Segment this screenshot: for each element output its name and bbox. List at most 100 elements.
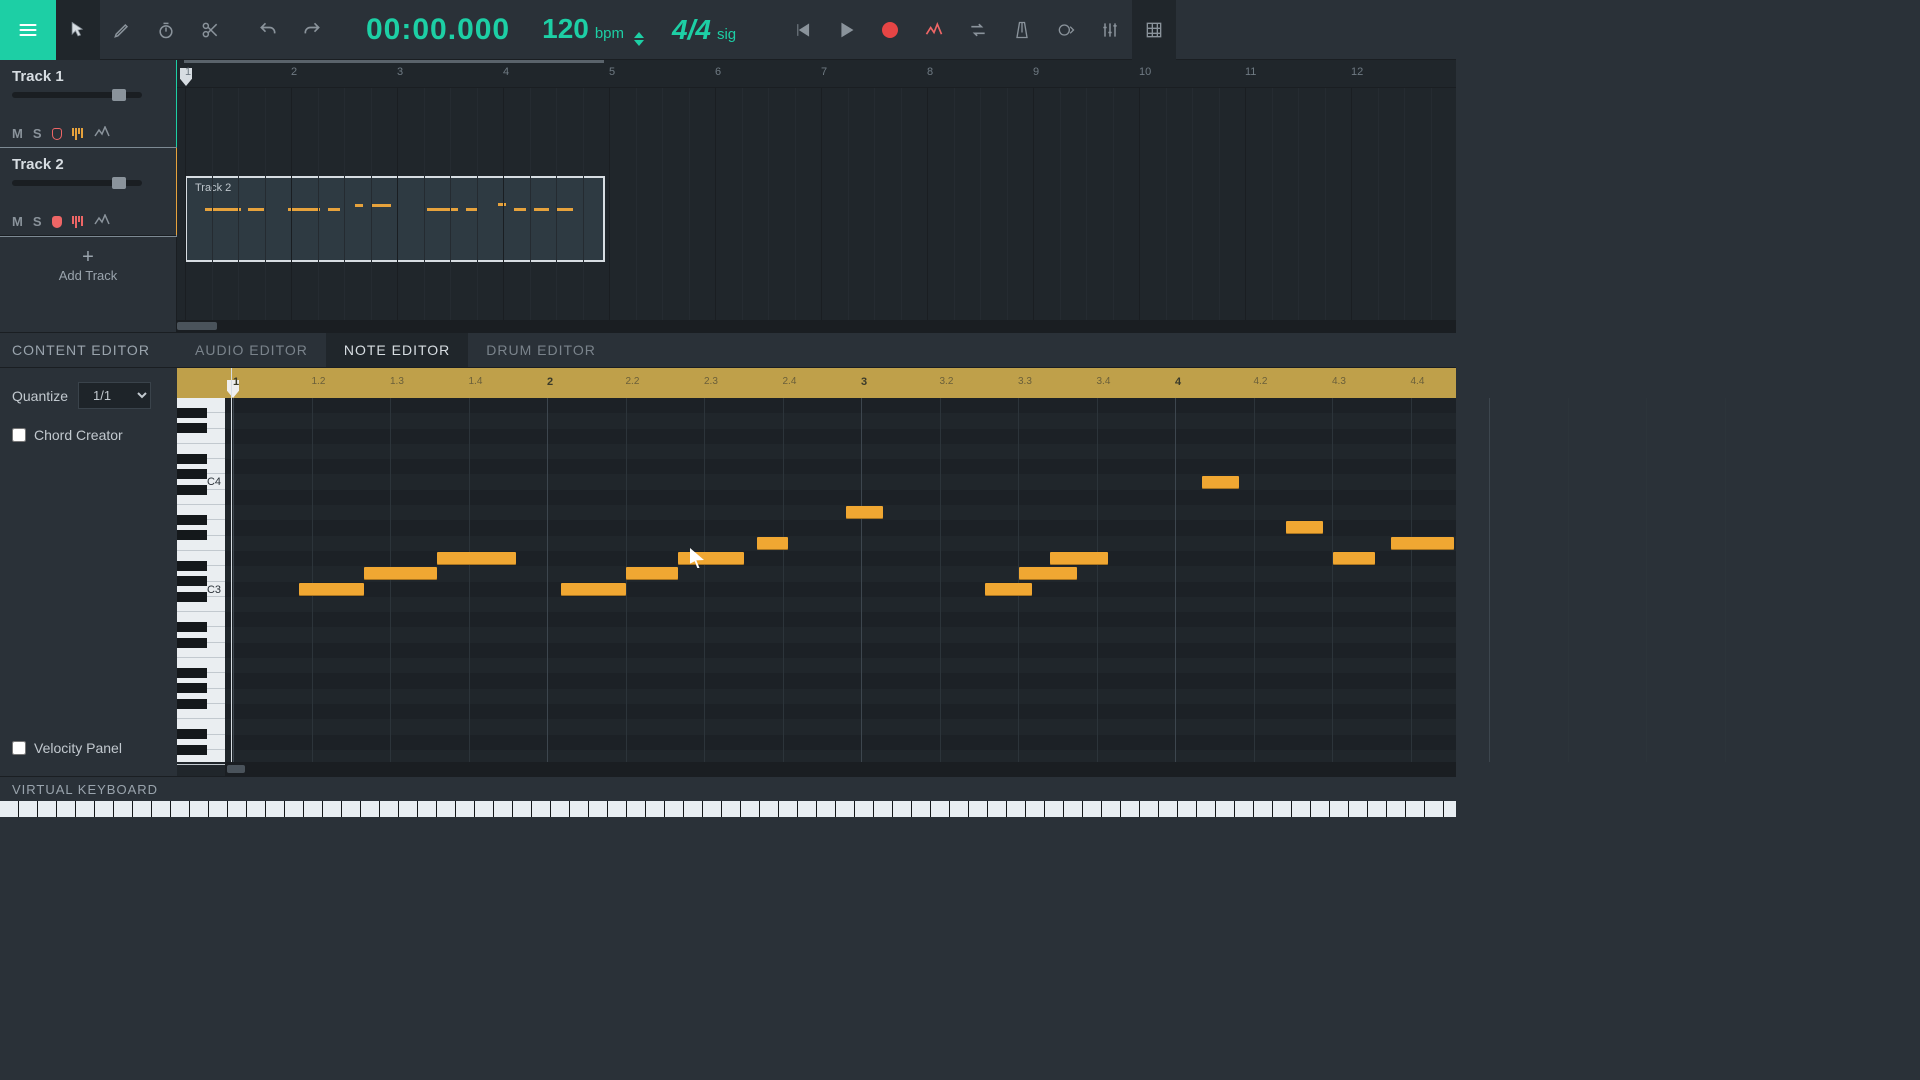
timeline-ruler[interactable]: 123456789101112 (177, 60, 1456, 88)
metronome-button[interactable] (1000, 0, 1044, 60)
bpm-spinner[interactable] (634, 32, 644, 46)
editor-tab[interactable]: NOTE EDITOR (326, 333, 468, 367)
midi-note[interactable] (1019, 567, 1077, 580)
arm-record-button[interactable] (52, 216, 62, 228)
midi-clip[interactable]: Track 2 (185, 176, 605, 262)
ruler-bar-number: 8 (927, 66, 933, 78)
bpm-display[interactable]: 120 bpm (542, 13, 644, 46)
automation-icon[interactable] (94, 214, 110, 229)
mute-button[interactable]: M (12, 126, 23, 141)
track-eq-icon[interactable] (72, 216, 84, 228)
midi-note[interactable] (437, 552, 516, 565)
note-grid[interactable] (225, 398, 1456, 762)
ne-ruler-subdiv: 4.2 (1254, 376, 1268, 387)
midi-note[interactable] (985, 583, 1032, 596)
note-editor-ruler[interactable]: 12341.21.31.42.22.32.43.23.33.44.24.34.4 (177, 368, 1456, 398)
ruler-bar-number: 6 (715, 66, 721, 78)
editor-tab-bar: CONTENT EDITOR AUDIO EDITORNOTE EDITORDR… (0, 332, 1456, 368)
timer-tool-button[interactable] (144, 0, 188, 60)
automation-button[interactable] (912, 0, 956, 60)
quantize-select[interactable]: 1/1 (78, 382, 151, 409)
arrangement-view: Track 1 M S Track 2 M S + (0, 60, 1456, 332)
editor-tab[interactable]: DRUM EDITOR (468, 333, 614, 367)
top-toolbar: 00:00.000 120 bpm 4/4 sig (0, 0, 1456, 60)
solo-button[interactable]: S (33, 214, 42, 229)
track-header-2[interactable]: Track 2 M S (0, 148, 176, 236)
ruler-bar-number: 11 (1245, 66, 1256, 78)
ruler-bar-number: 4 (503, 66, 509, 78)
midi-note[interactable] (678, 552, 744, 565)
ne-ruler-subdiv: 2.4 (783, 376, 797, 387)
track-name: Track 2 (12, 156, 166, 173)
track-volume-slider[interactable] (12, 180, 142, 186)
midi-note[interactable] (846, 506, 883, 519)
arrangement-grid[interactable]: Track 2 (177, 88, 1456, 320)
ne-ruler-subdiv: 3.3 (1018, 376, 1032, 387)
track-eq-icon[interactable] (72, 128, 84, 140)
clip-preview (197, 208, 593, 232)
ruler-bar-number: 7 (821, 66, 827, 78)
plus-icon: + (82, 250, 94, 264)
ne-ruler-subdiv: 2.3 (704, 376, 718, 387)
ruler-bar-number: 5 (609, 66, 615, 78)
pointer-tool-button[interactable] (56, 0, 100, 60)
track-header-1[interactable]: Track 1 M S (0, 60, 176, 148)
ne-ruler-subdiv: 1.4 (469, 376, 483, 387)
virtual-keyboard-keys[interactable] (0, 801, 1456, 817)
midi-note[interactable] (1286, 521, 1323, 534)
velocity-panel-checkbox[interactable]: Velocity Panel (12, 740, 122, 756)
timesig-value: 4/4 (672, 14, 711, 46)
chord-creator-checkbox[interactable]: Chord Creator (12, 427, 165, 443)
add-track-button[interactable]: + Add Track (0, 236, 176, 296)
draw-tool-button[interactable] (100, 0, 144, 60)
mute-button[interactable]: M (12, 214, 23, 229)
loop-button[interactable] (956, 0, 1000, 60)
menu-button[interactable] (0, 0, 56, 60)
piano-keyboard[interactable]: C4C3 (177, 398, 225, 762)
grid-button[interactable] (1132, 0, 1176, 60)
content-editor-title: CONTENT EDITOR (0, 333, 177, 367)
timesig-display[interactable]: 4/4 sig (672, 14, 736, 46)
countdown-button[interactable] (1044, 0, 1088, 60)
ne-ruler-subdiv: 4.4 (1411, 376, 1425, 387)
automation-icon[interactable] (94, 126, 110, 141)
midi-note[interactable] (757, 537, 788, 550)
midi-note[interactable] (364, 567, 437, 580)
track-volume-slider[interactable] (12, 92, 142, 98)
midi-note[interactable] (1391, 537, 1454, 550)
midi-note[interactable] (1202, 476, 1239, 489)
solo-button[interactable]: S (33, 126, 42, 141)
midi-note[interactable] (1050, 552, 1108, 565)
undo-button[interactable] (246, 0, 290, 60)
midi-note[interactable] (299, 583, 365, 596)
record-button[interactable] (868, 0, 912, 60)
bpm-label: bpm (595, 25, 624, 42)
rewind-button[interactable] (780, 0, 824, 60)
chord-creator-input[interactable] (12, 428, 26, 442)
note-editor: Quantize 1/1 Chord Creator Velocity Pane… (0, 368, 1456, 776)
editor-tab[interactable]: AUDIO EDITOR (177, 333, 326, 367)
mixer-button[interactable] (1088, 0, 1132, 60)
play-button[interactable] (824, 0, 868, 60)
ne-ruler-subdiv: 2.2 (626, 376, 640, 387)
ruler-bar-number: 12 (1351, 66, 1363, 78)
cut-tool-button[interactable] (188, 0, 232, 60)
timeline-area[interactable]: 123456789101112 Track 2 (177, 60, 1456, 332)
arm-record-button[interactable] (52, 128, 62, 140)
arrangement-hscroll[interactable] (177, 320, 1456, 332)
note-editor-hscroll[interactable] (225, 762, 1456, 776)
loop-region[interactable] (184, 60, 604, 63)
midi-note[interactable] (626, 567, 678, 580)
ruler-bar-number: 1 (185, 66, 191, 78)
quantize-label: Quantize (12, 388, 68, 404)
midi-note[interactable] (1333, 552, 1375, 565)
midi-note[interactable] (561, 583, 627, 596)
velocity-panel-input[interactable] (12, 741, 26, 755)
ne-ruler-bar: 4 (1175, 376, 1181, 388)
transport-time[interactable]: 00:00.000 (366, 13, 510, 47)
ruler-bar-number: 9 (1033, 66, 1039, 78)
virtual-keyboard-title: VIRTUAL KEYBOARD (0, 777, 1456, 801)
redo-button[interactable] (290, 0, 334, 60)
add-track-label: Add Track (59, 268, 118, 283)
ne-ruler-subdiv: 3.2 (940, 376, 954, 387)
